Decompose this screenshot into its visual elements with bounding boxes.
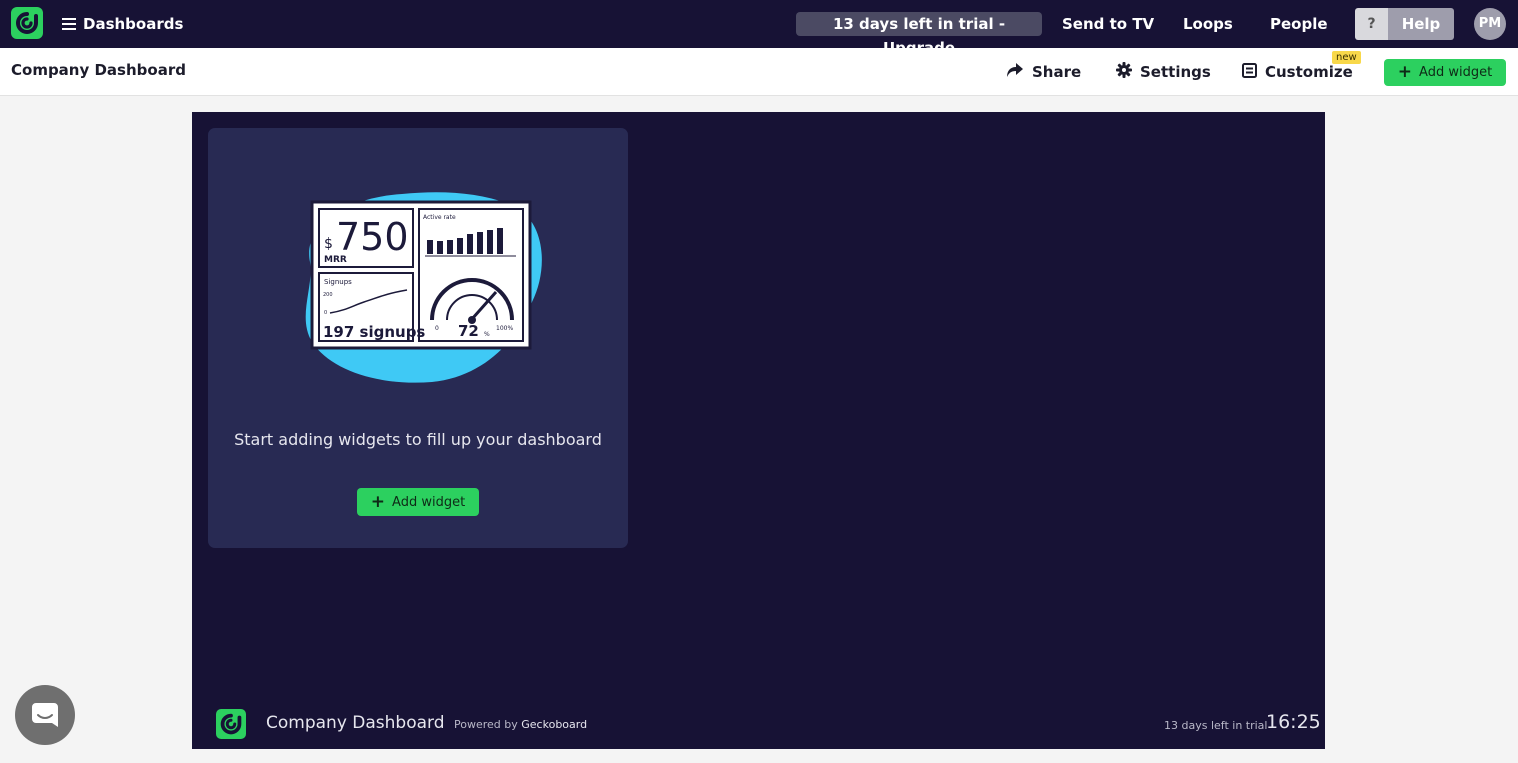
dashboards-menu-button[interactable]: Dashboards xyxy=(62,12,183,36)
footer-powered-by: Powered by Geckoboard xyxy=(454,718,587,731)
share-arrow-icon xyxy=(1006,62,1024,82)
powered-brand: Geckoboard xyxy=(521,718,588,731)
footer-trial-text: 13 days left in trial xyxy=(1164,719,1268,732)
new-badge: new xyxy=(1332,51,1361,64)
illus-mrr-value: 750 xyxy=(336,215,409,259)
loops-link[interactable]: Loops xyxy=(1183,12,1233,36)
add-widget-card-button[interactable]: + Add widget xyxy=(357,488,479,516)
plus-icon: + xyxy=(1397,62,1413,82)
page-title: Company Dashboard xyxy=(11,61,186,79)
settings-label: Settings xyxy=(1140,63,1211,81)
footer-gecko-logo-icon xyxy=(216,709,246,739)
gear-icon xyxy=(1116,62,1132,82)
illus-currency: $ xyxy=(324,236,333,252)
chat-icon xyxy=(32,703,58,727)
illus-gauge-unit: % xyxy=(484,331,490,338)
people-link[interactable]: People xyxy=(1270,12,1328,36)
illus-active-label: Active rate xyxy=(423,214,456,221)
illus-gauge-value: 72 xyxy=(458,322,479,340)
powered-prefix: Powered by xyxy=(454,718,522,731)
illus-gauge-min: 0 xyxy=(435,325,439,332)
footer-clock: 16:25 xyxy=(1266,711,1321,733)
dashboards-label: Dashboards xyxy=(83,15,184,33)
layout-icon xyxy=(1242,62,1257,82)
illus-mrr-label: MRR xyxy=(324,255,347,265)
customize-label: Customize xyxy=(1265,63,1353,81)
hamburger-icon xyxy=(62,18,76,30)
dashboard-illustration: $ 750 MRR Signups 200 0 197 signups Acti… xyxy=(305,192,542,383)
chat-launcher-button[interactable] xyxy=(15,685,75,745)
plus-icon: + xyxy=(370,491,386,512)
dashboard-board: $ 750 MRR Signups 200 0 197 signups Acti… xyxy=(192,112,1325,749)
share-button[interactable]: Share xyxy=(1006,61,1081,83)
user-avatar[interactable]: PM xyxy=(1474,8,1506,40)
help-button[interactable]: Help xyxy=(1388,8,1454,40)
empty-state-message: Start adding widgets to fill up your das… xyxy=(234,430,602,449)
empty-state-card: $ 750 MRR Signups 200 0 197 signups Acti… xyxy=(208,128,628,548)
trial-upgrade-button[interactable]: 13 days left in trial - Upgrade xyxy=(796,12,1042,57)
share-label: Share xyxy=(1032,63,1082,81)
add-widget-button[interactable]: + Add widget xyxy=(1384,59,1506,86)
gecko-logo-icon[interactable] xyxy=(11,7,43,39)
settings-button[interactable]: Settings xyxy=(1116,61,1211,83)
add-widget-card-label: Add widget xyxy=(392,494,466,510)
help-question-button[interactable]: ? xyxy=(1355,8,1388,40)
top-nav: Dashboards 13 days left in trial - Upgra… xyxy=(0,0,1518,57)
illus-gauge-max: 100% xyxy=(496,325,513,332)
illus-signups-value: 197 signups xyxy=(323,323,425,341)
illus-signups-axis-bottom: 0 xyxy=(324,310,327,316)
customize-button[interactable]: Customize xyxy=(1242,61,1353,83)
illus-signups-label: Signups xyxy=(324,278,352,286)
dashboard-toolbar: Company Dashboard Share Settings Customi… xyxy=(0,48,1518,96)
send-to-tv-link[interactable]: Send to TV xyxy=(1062,12,1154,36)
illus-signups-axis-top: 200 xyxy=(323,292,333,298)
add-widget-label: Add widget xyxy=(1419,65,1493,80)
footer-dashboard-title: Company Dashboard xyxy=(266,713,445,733)
